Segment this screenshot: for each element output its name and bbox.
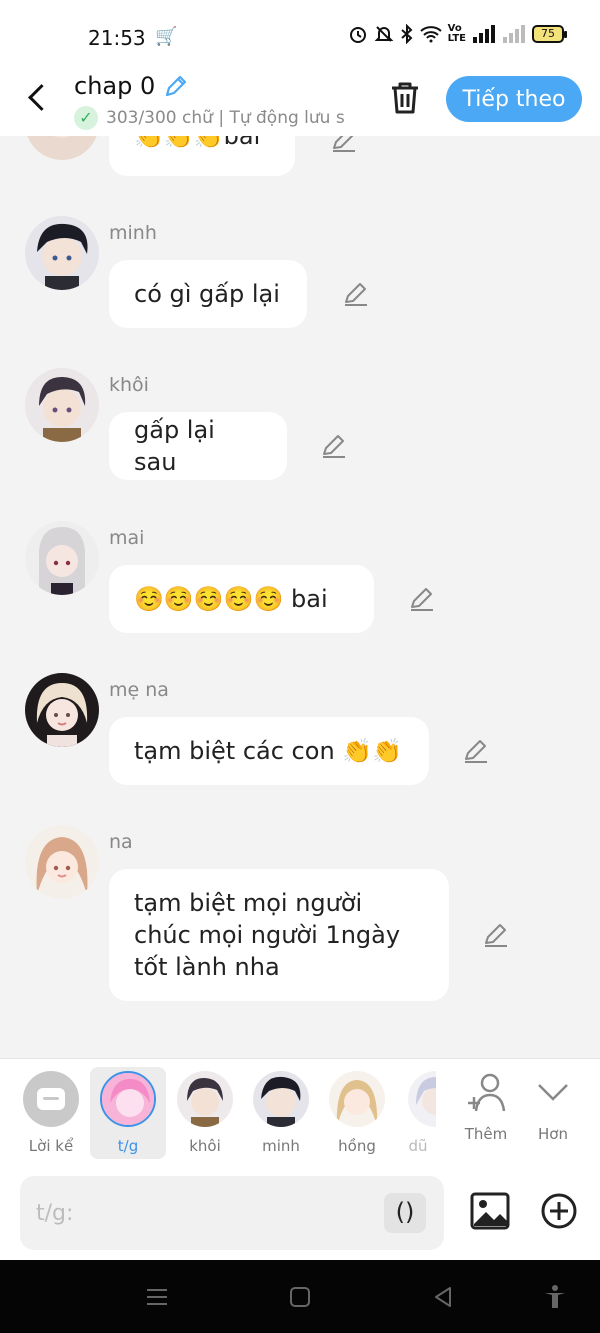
wifi-icon xyxy=(419,26,442,43)
character-minh[interactable]: minh xyxy=(246,1067,316,1159)
character-label: khôi xyxy=(189,1137,221,1155)
message-bubble[interactable]: có gì gấp lại xyxy=(109,260,307,328)
avatar xyxy=(408,1071,436,1127)
chevron-down-icon xyxy=(538,1084,568,1101)
character-narrator[interactable]: Lời kể xyxy=(16,1067,86,1159)
message-text: có gì gấp lại xyxy=(134,280,280,308)
avatar[interactable] xyxy=(25,825,99,899)
message-bubble[interactable]: 👏👏👏bai xyxy=(109,136,295,176)
status-icons: Vo LTE 75 xyxy=(348,23,567,44)
avatar[interactable] xyxy=(25,136,99,160)
status-time: 21:53 xyxy=(88,26,146,50)
signal-weak-icon xyxy=(503,25,525,43)
cart-notification-icon: 🛒 xyxy=(155,26,178,47)
input-bar: () xyxy=(0,1166,600,1260)
character-khoi[interactable]: khôi xyxy=(170,1067,240,1159)
word-count-status: 303/300 chữ | Tự động lưu s xyxy=(106,108,345,128)
character-label: hồng xyxy=(338,1137,376,1155)
signal-icon xyxy=(473,25,495,43)
character-name: na xyxy=(109,831,133,853)
chapter-title: chap 0 xyxy=(74,72,156,100)
character-name: mai xyxy=(109,527,145,549)
character-label: Lời kể xyxy=(28,1137,74,1155)
check-icon: ✓ xyxy=(74,106,98,130)
back-button[interactable] xyxy=(22,82,54,114)
status-bar: 21:53 🛒 Vo LTE 75 xyxy=(0,0,600,72)
avatar[interactable] xyxy=(25,673,99,747)
add-character-button[interactable]: Thêm xyxy=(455,1071,517,1143)
character-du[interactable]: dũ xyxy=(400,1067,436,1159)
alarm-icon xyxy=(349,27,366,43)
message-text: 👏👏👏bai xyxy=(134,136,261,150)
edit-title-icon[interactable] xyxy=(163,73,189,99)
character-label: minh xyxy=(262,1137,300,1155)
mute-bell-icon xyxy=(374,26,394,42)
character-author[interactable]: t/g xyxy=(90,1067,166,1159)
avatar[interactable] xyxy=(25,521,99,595)
message-bubble[interactable]: tạm biệt mọi người chúc mọi người 1ngày … xyxy=(109,869,449,1001)
chat-area[interactable]: 👏👏👏bai minh có gì gấp lại khôi gấp lại s… xyxy=(0,136,600,1058)
message-text: ☺️☺️☺️☺️☺️ bai xyxy=(134,585,328,613)
character-name: minh xyxy=(109,222,157,244)
avatar xyxy=(100,1071,156,1127)
image-icon[interactable] xyxy=(470,1192,510,1230)
message-bubble[interactable]: ☺️☺️☺️☺️☺️ bai xyxy=(109,565,374,633)
edit-message-icon[interactable] xyxy=(408,585,436,613)
character-hong[interactable]: hồng xyxy=(322,1067,392,1159)
menu-icon[interactable] xyxy=(144,1284,170,1310)
narration-icon xyxy=(23,1071,79,1127)
add-person-icon xyxy=(468,1073,506,1112)
character-bar: Lời kể t/g khôi minh hồng dũ Thêm Hơn xyxy=(0,1058,600,1166)
message-text: gấp lại sau xyxy=(134,416,215,476)
avatar xyxy=(253,1071,309,1127)
collapse-label: Hơn xyxy=(538,1125,568,1143)
message-text: tạm biệt các con 👏👏 xyxy=(134,737,403,765)
chapter-title-group[interactable]: chap 0 xyxy=(74,72,189,100)
avatar xyxy=(177,1071,233,1127)
message-input-box[interactable]: () xyxy=(20,1176,444,1250)
save-status: ✓ 303/300 chữ | Tự động lưu s xyxy=(74,106,364,130)
message-input[interactable] xyxy=(36,1196,376,1230)
edit-message-icon[interactable] xyxy=(320,432,348,460)
character-label: dũ xyxy=(408,1137,428,1155)
message-text: tạm biệt mọi người chúc mọi người 1ngày … xyxy=(134,889,401,981)
back-nav-icon[interactable] xyxy=(430,1284,456,1310)
character-name: mẹ na xyxy=(109,679,169,701)
bluetooth-icon xyxy=(400,24,413,44)
editor-header: chap 0 ✓ 303/300 chữ | Tự động lưu s Tiế… xyxy=(0,72,600,136)
add-icon[interactable] xyxy=(540,1192,578,1230)
edit-message-icon[interactable] xyxy=(342,280,370,308)
avatar xyxy=(329,1071,385,1127)
character-label: t/g xyxy=(117,1137,139,1155)
battery-icon: 75 xyxy=(532,25,567,43)
more-label: Thêm xyxy=(464,1125,508,1143)
edit-message-icon[interactable] xyxy=(330,136,358,154)
message-bubble[interactable]: tạm biệt các con 👏👏 xyxy=(109,717,429,785)
edit-message-icon[interactable] xyxy=(462,737,490,765)
volte-indicator: Vo LTE xyxy=(447,23,466,44)
delete-icon[interactable] xyxy=(388,80,422,116)
avatar[interactable] xyxy=(25,216,99,290)
message-bubble[interactable]: gấp lại sau xyxy=(109,412,287,480)
parenthesis-button[interactable]: () xyxy=(384,1193,426,1233)
home-icon[interactable] xyxy=(287,1284,313,1310)
system-nav-bar xyxy=(0,1260,600,1333)
expand-button[interactable]: Hơn xyxy=(522,1071,584,1143)
character-name: khôi xyxy=(109,374,149,396)
next-button[interactable]: Tiếp theo xyxy=(446,76,582,122)
edit-message-icon[interactable] xyxy=(482,921,510,949)
accessibility-icon[interactable] xyxy=(542,1284,568,1310)
avatar[interactable] xyxy=(25,368,99,442)
